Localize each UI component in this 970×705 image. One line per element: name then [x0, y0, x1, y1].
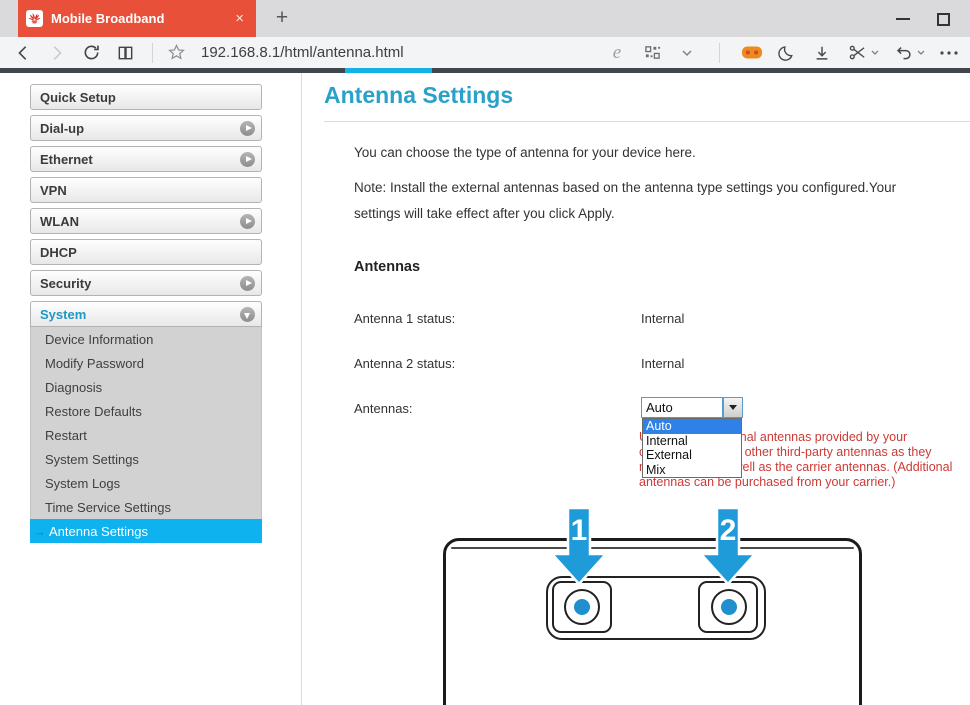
antennas-dropdown-list: Auto Internal External Mix [642, 418, 742, 478]
antennas-select-value: Auto [646, 400, 673, 415]
active-arrow-icon: → [33, 523, 46, 539]
maximize-button[interactable] [928, 8, 958, 30]
system-submenu: Device Information Modify Password Diagn… [30, 327, 262, 519]
antenna1-status-value: Internal [641, 311, 685, 326]
browser-window: Mobile Broadband × + 192.168.8.1/html/an… [0, 0, 970, 705]
antennas-select[interactable]: Auto [641, 397, 743, 418]
dark-mode-moon-icon[interactable] [776, 40, 798, 66]
option-internal[interactable]: Internal [643, 434, 741, 449]
note-line: Note: Install the external antennas base… [354, 180, 897, 195]
active-label: Antenna Settings [49, 523, 149, 539]
undo-icon[interactable] [892, 40, 914, 66]
huawei-logo-icon [26, 10, 43, 27]
antenna2-status-label: Antenna 2 status: [354, 356, 456, 371]
browser-toolbar: 192.168.8.1/html/antenna.html e [0, 37, 970, 68]
back-button[interactable] [8, 40, 38, 66]
minimize-icon [896, 18, 910, 20]
title-rule [324, 121, 970, 122]
reading-view-button[interactable] [110, 40, 140, 66]
chevron-down-icon [240, 306, 255, 322]
note-text: Note: Install the external antennas base… [354, 175, 896, 227]
antennas-section-heading: Antennas [354, 259, 421, 275]
submenu-antenna-settings-active[interactable]: → Antenna Settings [30, 519, 262, 543]
toolbar-divider [152, 42, 153, 63]
router-page: Quick Setup Dial-up Ethernet VPN WLAN DH… [0, 73, 970, 705]
favorites-star-button[interactable] [161, 40, 191, 66]
submenu-diagnosis[interactable]: Diagnosis [31, 375, 261, 399]
forward-button[interactable] [42, 40, 72, 66]
arrow-2-label: 2 [720, 514, 737, 547]
undo-caret-icon[interactable] [917, 50, 925, 56]
antenna2-status-value: Internal [641, 356, 685, 371]
ie-mode-icon[interactable]: e [606, 40, 628, 66]
select-dropdown-button[interactable] [722, 397, 743, 418]
toolbar-actions: e [606, 40, 970, 66]
option-auto[interactable]: Auto [643, 419, 741, 434]
arrow-1-icon: 1 [549, 507, 609, 586]
sidebar-item-wlan[interactable]: WLAN [30, 208, 262, 234]
device-top-edge [451, 547, 854, 549]
refresh-button[interactable] [76, 40, 106, 66]
antennas-label: Antennas: [354, 401, 413, 416]
submenu-device-information[interactable]: Device Information [31, 327, 261, 351]
downloads-icon[interactable] [811, 40, 833, 66]
option-external[interactable]: External [643, 448, 741, 463]
sidebar-item-vpn[interactable]: VPN [30, 177, 262, 203]
extensions-gamepad-icon[interactable] [741, 40, 763, 66]
antenna-pin-2 [721, 599, 737, 615]
address-url[interactable]: 192.168.8.1/html/antenna.html [201, 44, 404, 61]
content-area: Antenna Settings You can choose the type… [302, 73, 970, 705]
chevron-right-icon [240, 213, 255, 229]
chevron-right-icon [240, 151, 255, 167]
web-capture-scissors-icon[interactable] [846, 40, 868, 66]
sidebar-item-quick-setup[interactable]: Quick Setup [30, 84, 262, 110]
web-capture-group [846, 40, 879, 66]
submenu-restore-defaults[interactable]: Restore Defaults [31, 399, 261, 423]
submenu-modify-password[interactable]: Modify Password [31, 351, 261, 375]
antenna1-status-label: Antenna 1 status: [354, 311, 456, 326]
submenu-restart[interactable]: Restart [31, 423, 261, 447]
more-ellipsis-icon[interactable] [938, 40, 960, 66]
sidebar-item-security[interactable]: Security [30, 270, 262, 296]
submenu-system-logs[interactable]: System Logs [31, 471, 261, 495]
tab-title: Mobile Broadband [51, 11, 165, 26]
submenu-system-settings[interactable]: System Settings [31, 447, 261, 471]
option-mix[interactable]: Mix [643, 463, 741, 478]
antenna-pin-1 [574, 599, 590, 615]
intro-text: You can choose the type of antenna for y… [354, 145, 696, 160]
nav-controls: 192.168.8.1/html/antenna.html [0, 40, 404, 66]
qr-grid-icon[interactable] [641, 40, 663, 66]
sidebar-item-dial-up[interactable]: Dial-up [30, 115, 262, 141]
sidebar-item-system[interactable]: System [30, 301, 262, 327]
page-title: Antenna Settings [324, 82, 514, 108]
scissors-caret-icon[interactable] [871, 50, 879, 56]
note-line: settings will take effect after you clic… [354, 206, 615, 221]
browser-tab[interactable]: Mobile Broadband × [18, 0, 256, 37]
sidebar: Quick Setup Dial-up Ethernet VPN WLAN DH… [30, 84, 262, 543]
submenu-time-service-settings[interactable]: Time Service Settings [31, 495, 261, 519]
new-tab-button[interactable]: + [268, 4, 296, 32]
device-illustration [443, 538, 862, 705]
maximize-icon [936, 12, 950, 26]
chevron-right-icon [240, 275, 255, 291]
undo-group [892, 40, 925, 66]
sidebar-item-ethernet[interactable]: Ethernet [30, 146, 262, 172]
arrow-2-icon: 2 [698, 507, 758, 586]
tab-close-icon[interactable]: × [231, 10, 248, 27]
sidebar-item-dhcp[interactable]: DHCP [30, 239, 262, 265]
toolbar-divider [719, 42, 720, 63]
minimize-button[interactable] [888, 8, 918, 30]
chevron-down-icon[interactable] [676, 40, 698, 66]
title-bar: Mobile Broadband × + [0, 0, 970, 37]
arrow-1-label: 1 [571, 514, 588, 547]
chevron-right-icon [240, 120, 255, 136]
